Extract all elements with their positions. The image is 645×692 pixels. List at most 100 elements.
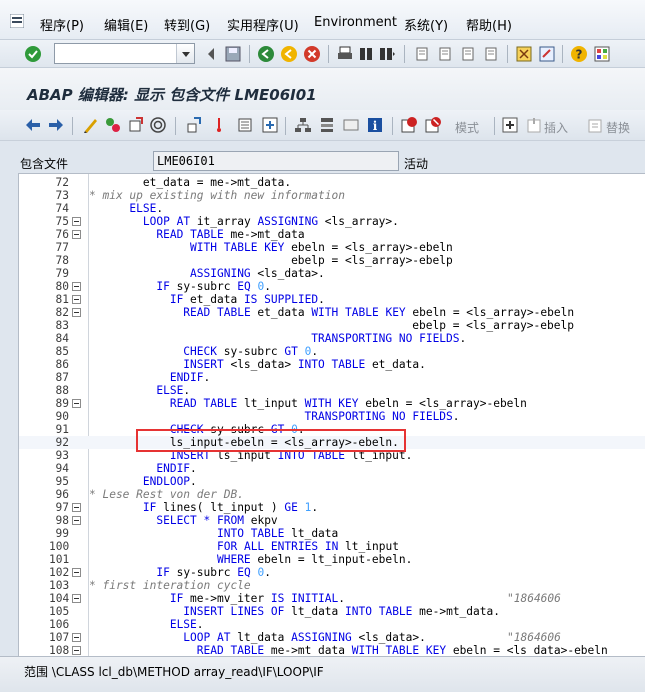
code-line[interactable]: 95 ENDLOOP. <box>19 475 645 488</box>
code-line[interactable]: 79 ASSIGNING <ls_data>. <box>19 267 645 280</box>
code-line[interactable]: 102 IF sy-subrc EQ 0. <box>19 566 645 579</box>
display-change-icon[interactable] <box>82 116 100 134</box>
next-page-icon[interactable] <box>459 45 477 63</box>
forward-arrow-icon[interactable] <box>47 116 65 134</box>
code-line[interactable]: 108 READ TABLE me->mt_data WITH TABLE KE… <box>19 644 645 656</box>
menu-edit[interactable]: 编辑(E) <box>104 15 148 34</box>
fold-toggle-icon[interactable] <box>72 282 81 291</box>
code-line[interactable]: 103 * first interation cycle <box>19 579 645 592</box>
navigation-window-icon[interactable] <box>261 116 279 134</box>
breakpoint-icon[interactable] <box>210 116 228 134</box>
last-page-icon[interactable] <box>482 45 500 63</box>
layout-icon[interactable] <box>593 45 611 63</box>
code-line[interactable]: 90 TRANSPORTING NO FIELDS. <box>19 410 645 423</box>
code-line[interactable]: 88 ELSE. <box>19 384 645 397</box>
save-icon[interactable] <box>224 45 242 63</box>
menu-help[interactable]: 帮助(H) <box>466 15 512 34</box>
code-line[interactable]: 105 INSERT LINES OF lt_data INTO TABLE m… <box>19 605 645 618</box>
code-text: WITH TABLE KEY ebeln = <ls_array>-ebeln <box>190 241 453 254</box>
line-number: 85 <box>55 345 69 358</box>
code-line[interactable]: 83 ebelp = <ls_array>-ebelp <box>19 319 645 332</box>
code-line[interactable]: 100 FOR ALL ENTRIES IN lt_input <box>19 540 645 553</box>
code-line[interactable]: 82 READ TABLE et_data WITH TABLE KEY ebe… <box>19 306 645 319</box>
code-line[interactable]: 84 TRANSPORTING NO FIELDS. <box>19 332 645 345</box>
code-line[interactable]: 107 LOOP AT lt_data ASSIGNING <ls_data>.… <box>19 631 645 644</box>
code-editor[interactable]: 72 et_data = me->mt_data. 73 * mix up exis… <box>18 173 645 656</box>
shortcut-icon[interactable] <box>538 45 556 63</box>
fold-toggle-icon[interactable] <box>72 516 81 525</box>
fold-toggle-icon[interactable] <box>72 646 81 655</box>
code-line[interactable]: 106 ELSE. <box>19 618 645 631</box>
object-list-icon[interactable] <box>237 116 255 134</box>
code-text: TRANSPORTING NO FIELDS. <box>311 332 467 345</box>
display-object-icon[interactable] <box>342 116 360 134</box>
command-field[interactable] <box>54 43 195 64</box>
fold-toggle-icon[interactable] <box>72 399 81 408</box>
find-icon[interactable] <box>357 45 375 63</box>
code-line[interactable]: 72 et_data = me->mt_data. <box>19 176 645 189</box>
sap-menu-icon[interactable] <box>10 14 24 28</box>
find-next-icon[interactable] <box>378 45 396 63</box>
active-inactive-icon[interactable] <box>104 116 122 134</box>
menu-goto[interactable]: 转到(G) <box>164 15 210 34</box>
code-line[interactable]: 99 INTO TABLE lt_data <box>19 527 645 540</box>
hierarchy-icon[interactable] <box>294 116 312 134</box>
code-line[interactable]: 89 READ TABLE lt_input WITH KEY ebeln = … <box>19 397 645 410</box>
code-line[interactable]: 78 ebelp = <ls_array>-ebelp <box>19 254 645 267</box>
fold-toggle-icon[interactable] <box>72 503 81 512</box>
code-line[interactable]: 86 INSERT <ls_data> INTO TABLE et_data. <box>19 358 645 371</box>
pretty-printer-icon[interactable] <box>318 116 336 134</box>
fold-toggle-icon[interactable] <box>72 594 81 603</box>
where-used-icon[interactable] <box>186 116 204 134</box>
code-line[interactable]: 96 * Lese Rest von der DB. <box>19 488 645 501</box>
help-icon[interactable]: ? <box>570 45 588 63</box>
fold-toggle-icon[interactable] <box>72 230 81 239</box>
prev-page-icon[interactable] <box>436 45 454 63</box>
menu-program[interactable]: 程序(P) <box>40 15 84 34</box>
code-line[interactable]: 87 ENDIF. <box>19 371 645 384</box>
back-icon[interactable] <box>257 45 275 63</box>
other-object-icon[interactable] <box>127 116 145 134</box>
code-line[interactable]: 98 SELECT * FROM ekpv <box>19 514 645 527</box>
menu-environment[interactable]: Environment <box>314 15 397 30</box>
cancel-icon[interactable] <box>303 45 321 63</box>
line-number: 102 <box>49 566 70 579</box>
pattern-label[interactable]: 模式 <box>455 119 479 136</box>
fold-toggle-icon[interactable] <box>72 308 81 317</box>
code-line[interactable]: 75 LOOP AT it_array ASSIGNING <ls_array>… <box>19 215 645 228</box>
code-text: IF sy-subrc EQ 0. <box>156 280 271 293</box>
code-line[interactable]: 76 READ TABLE me->mt_data <box>19 228 645 241</box>
code-line[interactable]: 77 WITH TABLE KEY ebeln = <ls_array>-ebe… <box>19 241 645 254</box>
menu-system[interactable]: 系统(Y) <box>404 15 448 34</box>
fold-toggle-icon[interactable] <box>72 295 81 304</box>
code-line[interactable]: 101 WHERE ebeln = lt_input-ebeln. <box>19 553 645 566</box>
back-arrow-icon[interactable] <box>24 116 42 134</box>
svg-text:i: i <box>373 119 378 133</box>
delete-breakpoint-icon[interactable] <box>424 116 442 134</box>
code-line[interactable]: 81 IF et_data IS SUPPLIED. <box>19 293 645 306</box>
code-line[interactable]: 80 IF sy-subrc EQ 0. <box>19 280 645 293</box>
code-line[interactable]: 74 ELSE. <box>19 202 645 215</box>
code-line[interactable]: 97 IF lines( lt_input ) GE 1. <box>19 501 645 514</box>
exit-icon[interactable] <box>280 45 298 63</box>
new-session-icon[interactable] <box>515 45 533 63</box>
enter-icon[interactable] <box>24 45 42 63</box>
fold-toggle-icon[interactable] <box>72 633 81 642</box>
line-number: 77 <box>55 241 69 254</box>
code-text: * mix up existing with new information <box>89 189 345 202</box>
set-breakpoint-icon[interactable] <box>400 116 418 134</box>
fold-toggle-icon[interactable] <box>72 568 81 577</box>
pattern-insert-icon[interactable] <box>501 116 519 134</box>
code-line[interactable]: 85 CHECK sy-subrc GT 0. <box>19 345 645 358</box>
command-field-dropdown-icon[interactable] <box>176 44 194 63</box>
code-line[interactable]: 94 ENDIF. <box>19 462 645 475</box>
fold-toggle-icon[interactable] <box>72 217 81 226</box>
menu-utilities[interactable]: 实用程序(U) <box>227 15 299 34</box>
info-icon[interactable]: i <box>366 116 384 134</box>
print-icon[interactable] <box>336 45 354 63</box>
code-line[interactable]: 73 * mix up existing with new information <box>19 189 645 202</box>
first-page-icon[interactable] <box>413 45 431 63</box>
collapse-icon[interactable] <box>203 45 221 63</box>
check-icon[interactable] <box>149 116 167 134</box>
code-line[interactable]: 104 IF me->mv_iter IS INITIAL. "1864606 <box>19 592 645 605</box>
